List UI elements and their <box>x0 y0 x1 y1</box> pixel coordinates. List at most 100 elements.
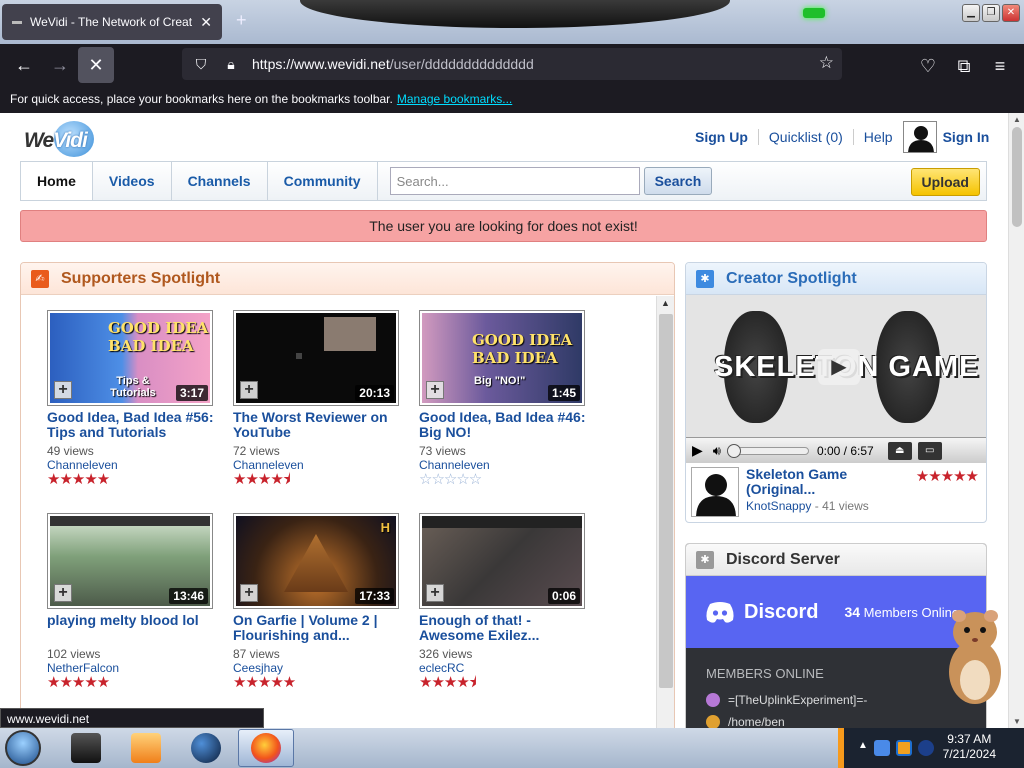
video-uploader[interactable]: Channeleven <box>47 458 217 472</box>
network-icon[interactable] <box>873 740 890 756</box>
nav-community[interactable]: Community <box>268 162 378 200</box>
taskbar-app-globe[interactable] <box>178 729 234 767</box>
player-time: 0:00 / 6:57 <box>816 443 874 458</box>
pocket-icon[interactable]: ♡ <box>910 48 946 84</box>
video-duration: 3:17 <box>175 385 208 401</box>
help-link[interactable]: Help <box>854 129 903 145</box>
video-uploader[interactable]: Ceesjhay <box>233 661 403 675</box>
add-quicklist-icon[interactable]: + <box>240 584 258 602</box>
video-title[interactable]: On Garfie | Volume 2 | Flourishing and..… <box>233 613 403 645</box>
video-views: 49 views <box>47 444 94 458</box>
clock[interactable]: 9:37 AM 7/21/2024 <box>943 732 996 762</box>
video-title[interactable]: playing melty blood lol <box>47 613 217 645</box>
scroll-up-icon[interactable]: ▲ <box>661 298 670 308</box>
video-uploader[interactable]: NetherFalcon <box>47 661 217 675</box>
header-links: Sign Up Quicklist (0) Help Sign In <box>695 121 989 153</box>
hamster-desktop-pet[interactable] <box>942 604 1008 708</box>
address-bar[interactable]: ⛉ 🔒︎ https://www.wevidi.net/user/ddddddd… <box>182 48 842 80</box>
seek-knob[interactable] <box>726 443 741 458</box>
video-views: 72 views <box>233 444 280 458</box>
wevidi-logo[interactable]: WeVidi <box>24 119 96 159</box>
taskbar-app-media[interactable] <box>118 729 174 767</box>
play-overlay-icon[interactable]: ▶ <box>818 349 860 385</box>
taskbar-app-terminal[interactable] <box>58 729 114 767</box>
add-quicklist-icon[interactable]: + <box>240 381 258 399</box>
discord-banner[interactable]: Discord 34 Members Online <box>686 576 986 648</box>
list-item: =[TheUplinkExperiment]=- <box>706 693 966 707</box>
lock-icon[interactable]: 🔒︎ <box>222 56 240 73</box>
nav-channels[interactable]: Channels <box>172 162 268 200</box>
video-title[interactable]: Good Idea, Bad Idea #56: Tips and Tutori… <box>47 410 217 442</box>
sign-in-link[interactable]: Sign In <box>943 129 990 145</box>
creator-avatar[interactable] <box>691 467 739 517</box>
menu-icon[interactable]: ≡ <box>982 48 1018 84</box>
creator-video-title[interactable]: Skeleton Game (Original... <box>746 467 896 497</box>
scroll-thumb[interactable] <box>659 314 673 688</box>
video-thumbnail[interactable]: + 13:46 <box>47 513 213 609</box>
video-uploader[interactable]: eclecRC <box>419 661 589 675</box>
video-thumbnail[interactable]: + 0:06 <box>419 513 585 609</box>
video-thumbnail[interactable]: H + 17:33 <box>233 513 399 609</box>
stop-loading-icon[interactable]: ✕ <box>78 47 114 83</box>
video-title[interactable]: Good Idea, Bad Idea #46: Big NO! <box>419 410 589 442</box>
tab-strip: WeVidi - The Network of Creat ✕ + ▁ ❐ ✕ <box>0 0 1024 44</box>
tab-close-icon[interactable]: ✕ <box>200 14 212 31</box>
video-uploader[interactable]: Channeleven <box>233 458 403 472</box>
video-thumbnail[interactable]: GOOD IDEA BAD IDEA Big "NO!" + 1:45 <box>419 310 585 406</box>
creator-user-link[interactable]: KnotSnappy <box>746 499 811 513</box>
panel-scrollbar[interactable]: ▲ <box>656 296 674 728</box>
video-thumbnail[interactable]: GOOD IDEA BAD IDEA Tips & Tutorials + 3:1… <box>47 310 213 406</box>
back-arrow-icon[interactable]: ← <box>6 47 42 83</box>
app-tray-icon[interactable] <box>895 740 912 756</box>
start-button[interactable] <box>0 728 46 768</box>
add-quicklist-icon[interactable]: + <box>54 381 72 399</box>
tray-icons: ▲ <box>858 740 934 756</box>
play-icon[interactable]: ▶ <box>692 442 703 459</box>
browser-tab[interactable]: WeVidi - The Network of Creat ✕ <box>2 4 222 40</box>
manage-bookmarks-link[interactable]: Manage bookmarks... <box>397 92 512 106</box>
quicklist-link[interactable]: Quicklist (0) <box>759 129 854 145</box>
upload-button[interactable]: Upload <box>910 168 980 196</box>
scroll-thumb[interactable] <box>1012 127 1022 227</box>
close-window-button[interactable]: ✕ <box>1002 4 1020 22</box>
user-avatar[interactable] <box>902 121 937 153</box>
seek-bar[interactable] <box>726 443 809 458</box>
fullscreen-icon[interactable]: ▭ <box>917 441 942 460</box>
video-title[interactable]: The Worst Reviewer on YouTube <box>233 410 403 442</box>
new-tab-icon[interactable]: + <box>236 10 247 31</box>
taskbar-app-firefox[interactable] <box>238 729 294 767</box>
forward-arrow-icon[interactable]: → <box>42 47 78 83</box>
volume-tray-icon[interactable] <box>917 740 934 756</box>
video-thumbnail[interactable]: + 20:13 <box>233 310 399 406</box>
bookmark-star-icon[interactable]: ☆ <box>819 53 834 73</box>
add-quicklist-icon[interactable]: + <box>426 584 444 602</box>
nav-home[interactable]: Home <box>21 162 93 200</box>
restore-button[interactable]: ❐ <box>982 4 1000 22</box>
eject-icon[interactable]: ⏏ <box>887 441 912 460</box>
video-player[interactable]: SKELETON GAME ▶ <box>686 295 986 437</box>
video-uploader[interactable]: Channeleven <box>419 458 589 472</box>
nav-videos[interactable]: Videos <box>93 162 172 200</box>
show-desktop-strip[interactable] <box>838 728 844 768</box>
tray-expand-icon[interactable]: ▲ <box>858 740 868 756</box>
discord-header: ✱ Discord Server <box>686 544 986 576</box>
sign-up-link[interactable]: Sign Up <box>695 129 759 145</box>
extensions-icon[interactable]: ⧉ <box>946 48 982 84</box>
add-quicklist-icon[interactable]: + <box>426 381 444 399</box>
video-views: 87 views <box>233 647 280 661</box>
video-title[interactable]: Enough of that! - Awesome Exilez... <box>419 613 589 645</box>
scroll-down-icon[interactable]: ▼ <box>1013 717 1021 726</box>
search-button[interactable]: Search <box>643 167 713 195</box>
navigation-toolbar: ← → ✕ ⛉ 🔒︎ https://www.wevidi.net/user/d… <box>0 44 1024 86</box>
scroll-up-icon[interactable]: ▲ <box>1013 115 1021 124</box>
minimize-button[interactable]: ▁ <box>962 4 980 22</box>
firefox-icon <box>251 733 281 763</box>
player-controls: ▶ 🔊︎ 0:00 / 6:57 ⏏ ▭ <box>686 437 986 463</box>
search-input[interactable]: Search... <box>389 167 640 195</box>
volume-icon[interactable]: 🔊︎ <box>713 443 721 459</box>
members-online-header: MEMBERS ONLINE <box>706 666 824 681</box>
shield-icon[interactable]: ⛉ <box>192 56 210 73</box>
add-quicklist-icon[interactable]: + <box>54 584 72 602</box>
page-scrollbar[interactable]: ▲ ▼ <box>1008 113 1024 728</box>
widget-icon: ✱ <box>696 550 714 569</box>
